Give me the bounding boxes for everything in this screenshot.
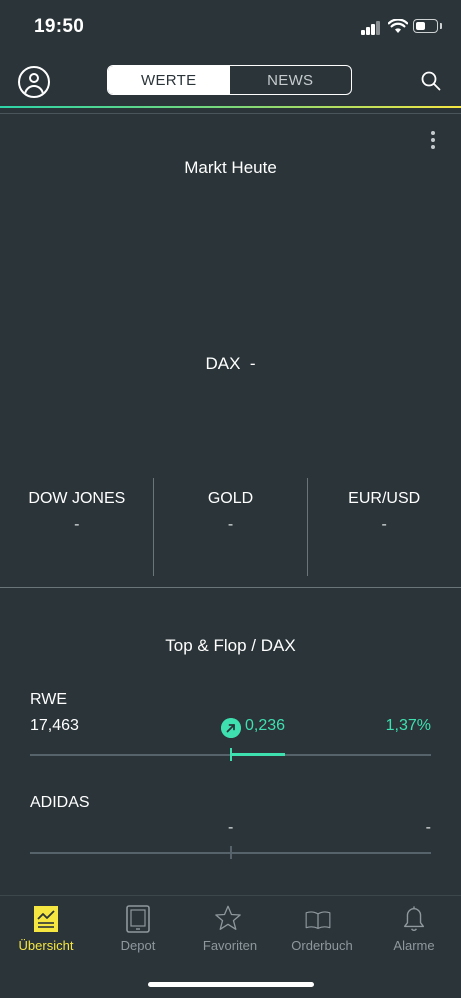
index-divider xyxy=(307,478,308,576)
star-icon xyxy=(215,905,241,930)
tab-werte[interactable]: WERTE xyxy=(108,66,230,94)
stock-name: RWE xyxy=(30,691,68,708)
index-value: - xyxy=(227,516,234,533)
index-name: DOW JONES xyxy=(28,490,126,507)
arrow-up-right-icon xyxy=(221,718,241,738)
change-bar-center-tick xyxy=(230,846,232,859)
stock-change: 0,236 xyxy=(245,717,286,734)
tab-news[interactable]: NEWS xyxy=(230,66,352,94)
tab-label: Alarme xyxy=(393,938,435,953)
tab-label: Übersicht xyxy=(18,938,74,953)
index-dow-jones[interactable]: DOW JONES - xyxy=(0,478,154,576)
tab-uebersicht[interactable]: Übersicht xyxy=(0,896,92,966)
index-value: - xyxy=(74,516,80,533)
tab-depot[interactable]: Depot xyxy=(92,896,184,966)
stock-change-percent: - xyxy=(425,819,431,836)
stock-name: ADIDAS xyxy=(30,794,90,811)
stock-price: 17,463 xyxy=(30,717,79,734)
dax-quote[interactable]: DAX - xyxy=(0,354,461,374)
change-bar-center-tick xyxy=(230,748,232,761)
status-bar: 19:50 xyxy=(0,0,461,56)
home-indicator xyxy=(148,982,314,987)
index-value: - xyxy=(381,516,387,533)
header-accent-line xyxy=(0,106,461,108)
tablet-icon xyxy=(126,905,150,933)
wifi-icon xyxy=(388,19,408,33)
stock-change: - xyxy=(228,819,234,836)
market-indices: DOW JONES - GOLD - EUR/USD - xyxy=(0,478,461,576)
app-header: WERTE NEWS xyxy=(0,56,461,108)
more-options-icon[interactable] xyxy=(430,131,436,151)
profile-icon[interactable] xyxy=(18,66,50,98)
tab-orderbuch[interactable]: Orderbuch xyxy=(276,896,368,966)
book-icon xyxy=(305,911,331,929)
stock-change-percent: 1,37% xyxy=(385,717,431,734)
tab-favoriten[interactable]: Favoriten xyxy=(184,896,276,966)
cellular-signal-icon xyxy=(361,21,381,35)
search-icon[interactable] xyxy=(421,71,441,91)
tab-label: Orderbuch xyxy=(291,938,353,953)
bell-icon xyxy=(403,906,425,931)
tab-label: Depot xyxy=(120,938,156,953)
view-segmented-control: WERTE NEWS xyxy=(107,65,352,95)
battery-icon xyxy=(413,19,438,33)
tab-alarme[interactable]: Alarme xyxy=(368,896,460,966)
index-divider xyxy=(153,478,154,576)
index-name: GOLD xyxy=(207,490,254,507)
overview-chart-icon xyxy=(34,906,58,932)
index-gold[interactable]: GOLD - xyxy=(154,478,308,576)
tab-label: Favoriten xyxy=(202,938,258,953)
index-eur-usd[interactable]: EUR/USD - xyxy=(307,478,461,576)
index-name: EUR/USD xyxy=(348,490,421,507)
dax-value: - xyxy=(249,354,256,373)
status-time: 19:50 xyxy=(34,16,85,37)
top-flop-title: Top & Flop / DAX xyxy=(165,636,296,655)
market-today-title: Markt Heute xyxy=(184,158,277,177)
change-bar-fill xyxy=(231,753,285,756)
dax-label: DAX xyxy=(205,354,241,373)
